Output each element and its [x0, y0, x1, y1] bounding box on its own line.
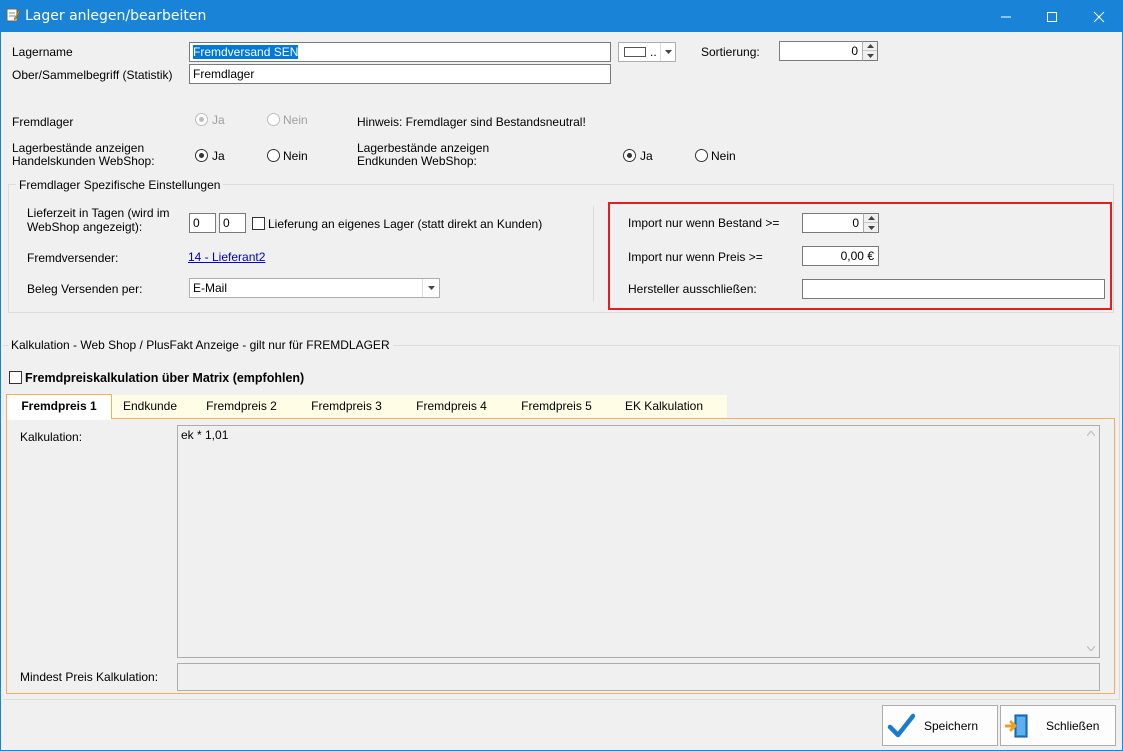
oberbegriff-label: Ober/Sammelbegriff (Statistik) — [12, 68, 173, 82]
endkunden-nein-radio[interactable] — [695, 149, 708, 162]
lieferzeit-von-input[interactable]: 0 — [189, 213, 216, 233]
sortierung-spinner[interactable] — [862, 41, 878, 61]
tab-fremdpreis-3[interactable]: Fremdpreis 3 — [295, 395, 398, 418]
handelskunden-label-1: Lagerbestände anzeigen — [12, 141, 145, 155]
close-button[interactable] — [1076, 1, 1122, 32]
oberbegriff-input[interactable]: Fremdlager — [189, 64, 611, 84]
fremdlager-settings-title: Fremdlager Spezifische Einstellungen — [16, 178, 224, 192]
chevron-down-icon — [422, 279, 439, 297]
lieferung-eigenes-lager-checkbox[interactable] — [252, 217, 265, 230]
matrix-checkbox[interactable] — [9, 371, 22, 384]
matrix-label: Fremdpreiskalkulation über Matrix (empfo… — [25, 371, 305, 385]
fremdlager-nein-label: Nein — [283, 113, 308, 127]
beleg-select[interactable]: E-Mail — [189, 278, 440, 298]
bottom-separator — [3, 699, 1120, 700]
kalkulation-label: Kalkulation: — [20, 430, 83, 444]
endkunden-ja-label: Ja — [640, 149, 653, 163]
exit-door-icon — [1005, 714, 1028, 738]
hersteller-input[interactable] — [802, 279, 1105, 299]
fremdlager-nein-radio[interactable] — [267, 113, 280, 126]
import-bestand-input[interactable]: 0 — [802, 213, 864, 233]
sortierung-input[interactable]: 0 — [779, 41, 863, 61]
spin-down-icon[interactable] — [863, 51, 877, 60]
tab-fremdpreis-1[interactable]: Fremdpreis 1 — [6, 394, 112, 419]
import-preis-label: Import nur wenn Preis >= — [628, 250, 763, 264]
kalkulation-scrollbar[interactable] — [1082, 426, 1099, 657]
hersteller-label: Hersteller ausschließen: — [628, 282, 757, 296]
color-picker-button[interactable]: .. — [618, 42, 676, 62]
import-bestand-label: Import nur wenn Bestand >= — [628, 216, 780, 230]
maximize-icon — [1047, 11, 1057, 22]
import-preis-input[interactable]: 0,00 € — [802, 246, 879, 266]
chevron-down-icon — [660, 43, 675, 61]
maximize-button[interactable] — [1029, 1, 1075, 32]
endkunden-label-1: Lagerbestände anzeigen — [357, 141, 490, 155]
fremdversender-label: Fremdversender: — [27, 251, 119, 265]
endkunden-label-2: Endkunden WebShop: — [357, 154, 477, 168]
fremdlager-label: Fremdlager — [12, 115, 74, 129]
tab-ek-kalkulation[interactable]: EK Kalkulation — [610, 395, 718, 418]
mindest-input[interactable] — [177, 663, 1100, 691]
handelskunden-nein-label: Nein — [283, 149, 308, 163]
save-button[interactable]: Speichern — [882, 705, 998, 746]
fremdlager-ja-radio[interactable] — [195, 113, 208, 126]
lieferzeit-bis-input[interactable]: 0 — [219, 213, 246, 233]
spin-up-icon[interactable] — [864, 214, 878, 223]
lieferung-eigenes-lager-label: Lieferung an eigenes Lager (statt direkt… — [268, 217, 543, 231]
import-bestand-spinner[interactable] — [863, 213, 879, 233]
kalkulation-title: Kalkulation - Web Shop / PlusFakt Anzeig… — [8, 338, 393, 352]
tab-fremdpreis-2[interactable]: Fremdpreis 2 — [190, 395, 293, 418]
handelskunden-ja-radio[interactable] — [195, 149, 208, 162]
handelskunden-ja-label: Ja — [212, 149, 225, 163]
active-tab-connector — [7, 418, 111, 420]
endkunden-nein-label: Nein — [711, 149, 736, 163]
minimize-icon — [1001, 16, 1011, 17]
endkunden-ja-radio[interactable] — [623, 149, 636, 162]
handelskunden-nein-radio[interactable] — [267, 149, 280, 162]
close-icon — [1093, 11, 1105, 22]
lieferzeit-label-2: WebShop angezeigt): — [27, 220, 143, 234]
handelskunden-label-2: Handelskunden WebShop: — [12, 154, 155, 168]
close-dialog-button[interactable]: Schließen — [1000, 705, 1116, 746]
color-swatch — [624, 47, 646, 57]
dialog-window: Lager anlegen/bearbeiten Lagername Fremd… — [0, 0, 1123, 751]
lagername-label: Lagername — [12, 45, 73, 59]
app-edit-icon — [6, 8, 21, 22]
minimize-button[interactable] — [983, 1, 1029, 32]
fremdversender-link[interactable]: 14 - Lieferant2 — [188, 250, 265, 264]
scroll-down-icon[interactable] — [1087, 646, 1095, 651]
kalkulation-right-border — [1119, 345, 1120, 699]
title-bar[interactable]: Lager anlegen/bearbeiten — [1, 1, 1122, 32]
checkmark-icon — [887, 713, 915, 738]
mindest-label: Mindest Preis Kalkulation: — [20, 670, 159, 684]
group-divider — [593, 206, 594, 302]
tab-endkunde[interactable]: Endkunde — [112, 395, 188, 418]
sortierung-label: Sortierung: — [701, 45, 760, 59]
spin-up-icon[interactable] — [863, 42, 877, 51]
tab-fremdpreis-4[interactable]: Fremdpreis 4 — [400, 395, 503, 418]
spin-down-icon[interactable] — [864, 223, 878, 232]
kalkulation-textarea[interactable]: ek * 1,01 — [177, 425, 1100, 658]
fremdlager-ja-label: Ja — [212, 113, 225, 127]
lagername-input[interactable]: Fremdversand SEN — [189, 42, 611, 62]
tab-fremdpreis-5[interactable]: Fremdpreis 5 — [505, 395, 608, 418]
beleg-label: Beleg Versenden per: — [27, 282, 143, 296]
scroll-up-icon[interactable] — [1087, 431, 1095, 436]
hinweis-text: Hinweis: Fremdlager sind Bestandsneutral… — [357, 115, 586, 129]
lieferzeit-label-1: Lieferzeit in Tagen (wird im — [27, 206, 170, 220]
window-title: Lager anlegen/bearbeiten — [25, 8, 207, 24]
